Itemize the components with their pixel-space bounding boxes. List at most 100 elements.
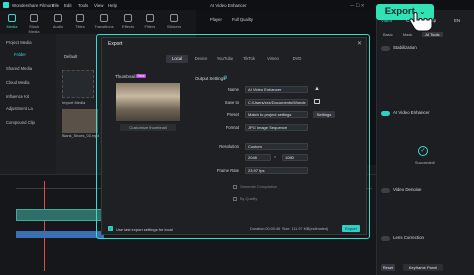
thumbnail-image[interactable] bbox=[116, 83, 180, 121]
customize-thumbnail-button[interactable]: Customize thumbnail bbox=[120, 124, 176, 131]
export-dialog: Export ✕ Local Device YouTube TikTok Vim… bbox=[101, 37, 367, 235]
language-label: EN bbox=[454, 18, 461, 23]
menu-view[interactable]: View bbox=[94, 3, 103, 8]
success-check-icon: ✓ bbox=[418, 146, 428, 156]
use-last-settings-label: Use last export settings for local bbox=[116, 226, 173, 232]
nav-folder[interactable]: Folder bbox=[14, 52, 26, 57]
import-media-label: Import Media bbox=[62, 100, 86, 105]
property-subtabs: Basic Mask AI Tools bbox=[383, 32, 443, 37]
lens-correction-toggle[interactable] bbox=[381, 236, 390, 241]
properties-panel: Video Color Sp Basic Mask AI Tools Stabi… bbox=[376, 10, 474, 275]
nav-project-media[interactable]: Project Media bbox=[6, 40, 32, 45]
tool-stickers[interactable]: Stickers bbox=[164, 12, 184, 29]
stabilization-toggle[interactable] bbox=[381, 46, 390, 51]
height-input[interactable]: 1080 bbox=[282, 154, 308, 161]
resolution-select[interactable]: Custom bbox=[245, 143, 308, 150]
subtab-mask[interactable]: Mask bbox=[403, 32, 413, 37]
format-select[interactable]: JPG Image Sequence bbox=[245, 124, 308, 131]
denoise-toggle[interactable] bbox=[381, 188, 390, 193]
window-controls[interactable]: — ☐ ✕ bbox=[350, 3, 364, 9]
ai-enhancer-label: AI Video Enhancer bbox=[393, 110, 430, 115]
export-button[interactable]: Export bbox=[342, 225, 360, 232]
ai-enhancer-toggle[interactable] bbox=[381, 111, 390, 116]
clip-thumbnail[interactable] bbox=[62, 109, 98, 133]
player-label: Player bbox=[210, 17, 222, 22]
video-clip[interactable] bbox=[16, 209, 104, 221]
thumbnail-beta-badge: Beta bbox=[136, 73, 146, 78]
tool-transitions[interactable]: Transitions bbox=[94, 12, 114, 29]
save-to-input[interactable]: C:/Users/xxx/Documents/Wonde bbox=[245, 99, 308, 106]
resolution-label: Resolution bbox=[219, 144, 239, 149]
succeeded-text: Succeeded! bbox=[415, 161, 436, 165]
nav-influence-kit[interactable]: Influence Kit bbox=[6, 94, 29, 99]
media-toolbar: Media Stock Media Audio Titles Transitio… bbox=[0, 10, 196, 34]
tab-local[interactable]: Local bbox=[166, 55, 188, 63]
name-input[interactable]: AI Video Enhancer bbox=[245, 86, 308, 93]
tool-effects[interactable]: Effects bbox=[118, 12, 138, 29]
nav-adjustment-layer[interactable]: Adjustment La bbox=[6, 106, 33, 111]
app-logo-icon bbox=[3, 2, 9, 8]
settings-button[interactable]: Settings bbox=[313, 111, 335, 118]
name-label: Name bbox=[227, 87, 239, 92]
duration-text: Duration:00:00:46 bbox=[250, 226, 281, 231]
media-icon bbox=[8, 14, 16, 22]
link-icon[interactable]: × bbox=[274, 154, 276, 159]
tab-device[interactable]: Device bbox=[190, 55, 212, 63]
option-checkbox-1[interactable] bbox=[233, 185, 237, 189]
dialog-title: Export bbox=[108, 41, 123, 47]
tool-filters[interactable]: Filters bbox=[140, 12, 160, 29]
use-last-settings-checkbox[interactable]: ✓ bbox=[108, 226, 113, 231]
effects-icon bbox=[124, 14, 132, 22]
quality-dropdown[interactable]: Full Quality bbox=[232, 17, 253, 22]
reset-button[interactable]: Reset bbox=[381, 264, 395, 271]
tab-tiktok[interactable]: TikTok bbox=[238, 55, 260, 63]
nav-compound-clip[interactable]: Compound Clip bbox=[6, 120, 35, 125]
stickers-icon bbox=[170, 14, 178, 22]
option-checkbox-2[interactable] bbox=[233, 197, 237, 201]
preset-select[interactable]: Match to project settings bbox=[245, 111, 308, 118]
output-settings-icon: ⚙ bbox=[223, 75, 228, 81]
subtab-basic[interactable]: Basic bbox=[383, 32, 393, 37]
mouse-cursor-icon bbox=[409, 12, 433, 32]
denoise-label: Video Denoise bbox=[393, 187, 422, 192]
stock-media-icon bbox=[30, 14, 38, 22]
audio-icon bbox=[54, 14, 62, 22]
menu-help[interactable]: Help bbox=[108, 3, 117, 8]
lens-correction-label: Lens Correction bbox=[393, 235, 424, 240]
app-name: Wondershare Filmora bbox=[12, 2, 55, 8]
tab-dvd[interactable]: DVD bbox=[286, 55, 308, 63]
clip-name: Blank_Shoes_03.mp4 bbox=[62, 134, 100, 138]
frame-rate-label: Frame Rate bbox=[216, 168, 239, 173]
audio-clip[interactable] bbox=[16, 231, 104, 238]
playhead[interactable] bbox=[44, 181, 45, 271]
menu-tools[interactable]: Tools bbox=[78, 3, 88, 8]
tool-media[interactable]: Media bbox=[2, 12, 22, 29]
keyframe-panel-button[interactable]: Keyframe Panel bbox=[403, 264, 443, 271]
ai-icon[interactable]: ▲ bbox=[314, 86, 320, 92]
option-label-2: By Quality bbox=[240, 196, 258, 201]
size-text: Size: 111.97 MB(estimated) bbox=[282, 226, 329, 231]
nav-cloud-media[interactable]: Cloud Media bbox=[6, 80, 30, 85]
transitions-icon bbox=[100, 14, 108, 22]
subtab-ai-tools[interactable]: AI Tools bbox=[422, 32, 443, 37]
thumbnail-label: Thumbnail bbox=[115, 74, 136, 79]
folder-icon[interactable] bbox=[314, 99, 320, 104]
import-media-tile[interactable] bbox=[62, 70, 94, 98]
width-input[interactable]: 2048 bbox=[245, 154, 271, 161]
tool-audio[interactable]: Audio bbox=[48, 12, 68, 29]
tab-vimeo[interactable]: Vimeo bbox=[262, 55, 284, 63]
menu-edit[interactable]: Edit bbox=[64, 3, 72, 8]
menu-file[interactable]: File bbox=[52, 3, 59, 8]
format-label: Format bbox=[225, 125, 239, 130]
frame-rate-select[interactable]: 23.97 fps bbox=[245, 167, 308, 174]
nav-shared-media[interactable]: Shared Media bbox=[6, 66, 32, 71]
titles-icon bbox=[76, 14, 84, 22]
sort-dropdown[interactable]: Default bbox=[64, 54, 77, 59]
tool-stock-media[interactable]: Stock Media bbox=[24, 12, 44, 34]
project-title: AI Video Enhancer bbox=[210, 2, 247, 8]
tool-titles[interactable]: Titles bbox=[70, 12, 90, 29]
close-icon[interactable]: ✕ bbox=[357, 40, 362, 47]
save-to-label: Save to bbox=[224, 100, 239, 105]
tab-youtube[interactable]: YouTube bbox=[214, 55, 236, 63]
media-sidebar: Project Media Folder Shared Media Cloud … bbox=[0, 34, 56, 174]
